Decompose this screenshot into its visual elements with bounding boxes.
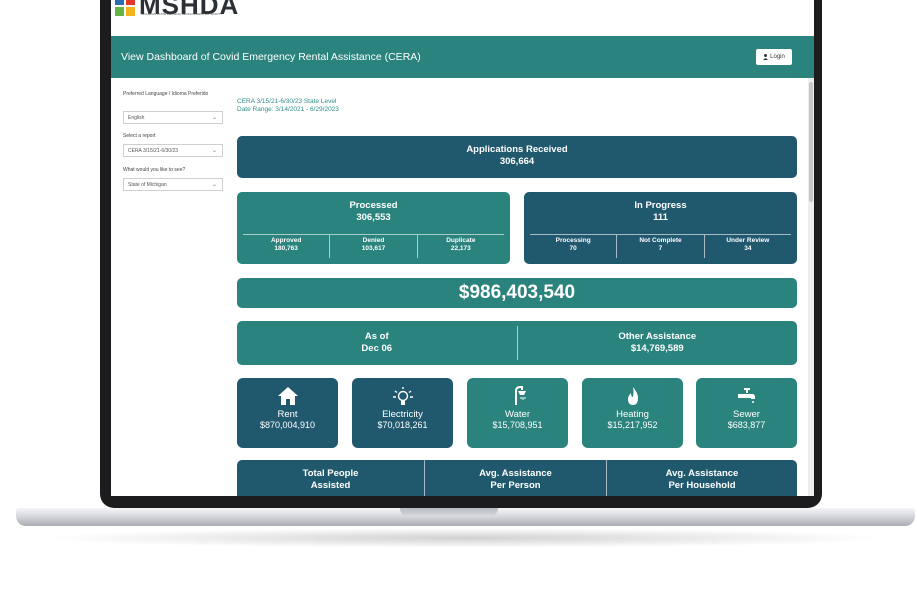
in-progress-label: In Progress bbox=[634, 200, 687, 211]
logo-subtitle: MICHIGAN STATE HOUSING DEVELOPMENT AUTHO… bbox=[141, 12, 223, 16]
as-of-card: As of Dec 06 Other Assistance $14,769,58… bbox=[237, 321, 797, 365]
util-name: Electricity bbox=[382, 409, 423, 420]
processed-item-label: Duplicate bbox=[446, 237, 476, 244]
in-progress-item-value: 70 bbox=[569, 245, 577, 252]
processed-item-value: 180,763 bbox=[274, 245, 298, 252]
page-scrollbar[interactable] bbox=[808, 78, 814, 496]
in-progress-item: Not Complete 7 bbox=[617, 235, 705, 258]
view-select[interactable]: State of Michigan ⌄ bbox=[123, 178, 223, 191]
in-progress-item-label: Not Complete bbox=[639, 237, 682, 244]
util-card-rent: Rent $870,004,910 bbox=[237, 378, 338, 448]
laptop-mockup: MSHDA MICHIGAN STATE HOUSING DEVELOPMENT… bbox=[0, 0, 917, 590]
summary-avg-person: Avg. Assistance Per Person bbox=[425, 460, 607, 496]
laptop-shadow bbox=[40, 528, 891, 548]
summary-avg-household: Avg. Assistance Per Household bbox=[607, 460, 797, 496]
util-value: $683,877 bbox=[727, 420, 766, 430]
scrollbar-thumb[interactable] bbox=[809, 82, 813, 202]
login-label: Login bbox=[770, 54, 785, 60]
logo-squares-icon bbox=[115, 0, 135, 16]
processed-value: 306,553 bbox=[356, 212, 391, 223]
summary-label-line2: Per Person bbox=[490, 480, 541, 491]
summary-label-line1: Avg. Assistance bbox=[479, 468, 552, 479]
processed-item-value: 22,173 bbox=[450, 245, 471, 252]
processed-item-value: 103,617 bbox=[361, 245, 386, 252]
util-name: Rent bbox=[277, 409, 298, 420]
faucet-icon bbox=[737, 388, 755, 403]
view-value: State of Michigan bbox=[128, 181, 167, 188]
in-progress-item-value: 7 bbox=[658, 245, 663, 252]
login-button[interactable]: Login bbox=[756, 49, 792, 65]
chevron-down-icon: ⌄ bbox=[211, 148, 217, 154]
summary-label-line1: Total People bbox=[302, 468, 359, 479]
processed-card: Processed 306,553 Approved 180,763 Denie… bbox=[237, 192, 510, 264]
util-value: $15,708,951 bbox=[492, 420, 543, 430]
summary-card: Total People Assisted Avg. Assistance Pe… bbox=[237, 460, 797, 496]
util-value: $15,217,952 bbox=[607, 420, 658, 430]
flame-icon bbox=[627, 387, 638, 405]
as-of-split: As of Dec 06 Other Assistance $14,769,58… bbox=[237, 321, 797, 365]
house-icon bbox=[277, 387, 298, 405]
in-progress-item-label: Under Review bbox=[726, 237, 770, 244]
report-info-line1: CERA 3/15/21-6/30/23 State Level bbox=[237, 98, 337, 105]
language-value: English bbox=[128, 114, 145, 121]
language-select[interactable]: English ⌄ bbox=[123, 111, 223, 124]
processed-item-label: Approved bbox=[270, 237, 302, 244]
as-of-label: As of bbox=[364, 331, 389, 342]
other-assistance-label: Other Assistance bbox=[618, 331, 697, 342]
util-value: $870,004,910 bbox=[259, 420, 316, 430]
processed-label: Processed bbox=[349, 200, 398, 211]
other-assistance-value: $14,769,589 bbox=[630, 343, 684, 354]
report-label: Select a report bbox=[123, 133, 156, 139]
in-progress-item-value: 34 bbox=[744, 245, 752, 252]
util-card-sewer: Sewer $683,877 bbox=[696, 378, 797, 448]
processed-item: Approved 180,763 bbox=[243, 235, 331, 258]
util-name: Heating bbox=[616, 409, 649, 420]
processed-item-label: Denied bbox=[362, 237, 385, 244]
in-progress-item: Under Review 34 bbox=[705, 235, 791, 258]
util-name: Water bbox=[505, 409, 530, 420]
summary-label-line2: Per Household bbox=[668, 480, 736, 491]
page-title: View Dashboard of Covid Emergency Rental… bbox=[121, 51, 421, 63]
mshda-logo[interactable]: MSHDA MICHIGAN STATE HOUSING DEVELOPMENT… bbox=[115, 0, 239, 20]
applications-card: Applications Received 306,664 bbox=[237, 136, 797, 178]
total-amount: $986,403,540 bbox=[458, 282, 576, 303]
report-select[interactable]: CERA 3/15/21-6/30/23 ⌄ bbox=[123, 144, 223, 157]
lightbulb-icon bbox=[392, 387, 413, 405]
summary-total-people: Total People Assisted bbox=[237, 460, 425, 496]
language-label: Preferred Language / Idioma Preferido bbox=[123, 91, 209, 97]
summary-label-line2: Assisted bbox=[310, 480, 351, 491]
view-label: What would you like to see? bbox=[123, 167, 186, 173]
in-progress-value: 111 bbox=[653, 212, 668, 223]
processed-item: Denied 103,617 bbox=[330, 235, 418, 258]
user-icon bbox=[763, 54, 769, 60]
in-progress-breakdown: Processing 70 Not Complete 7 Under Revie… bbox=[530, 234, 791, 258]
in-progress-card: In Progress 111 Processing 70 Not Comple… bbox=[524, 192, 797, 264]
util-card-heating: Heating $15,217,952 bbox=[582, 378, 683, 448]
in-progress-item-label: Processing bbox=[555, 237, 591, 244]
util-card-water: Water $15,708,951 bbox=[467, 378, 568, 448]
util-value: $70,018,261 bbox=[377, 420, 428, 430]
as-of-value: Dec 06 bbox=[361, 343, 393, 354]
shower-icon bbox=[514, 386, 526, 405]
other-assistance-block: Other Assistance $14,769,589 bbox=[518, 331, 798, 355]
summary-label-line1: Avg. Assistance bbox=[665, 468, 739, 479]
total-amount-card: $986,403,540 bbox=[237, 278, 797, 308]
util-card-electricity: Electricity $70,018,261 bbox=[352, 378, 453, 448]
dashboard-screen: MSHDA MICHIGAN STATE HOUSING DEVELOPMENT… bbox=[111, 0, 814, 496]
applications-label: Applications Received bbox=[466, 144, 568, 155]
report-info: CERA 3/15/21-6/30/23 State Level Date Ra… bbox=[237, 98, 339, 114]
in-progress-item: Processing 70 bbox=[530, 235, 618, 258]
processed-item: Duplicate 22,173 bbox=[418, 235, 504, 258]
laptop-notch bbox=[400, 508, 498, 517]
chevron-down-icon: ⌄ bbox=[211, 115, 217, 121]
header-bar: View Dashboard of Covid Emergency Rental… bbox=[111, 36, 814, 78]
report-info-line2: Date Range: 3/14/2021 - 6/29/2023 bbox=[237, 106, 339, 113]
util-name: Sewer bbox=[733, 409, 760, 420]
applications-value: 306,664 bbox=[499, 156, 535, 167]
chevron-down-icon: ⌄ bbox=[211, 182, 217, 188]
as-of-block: As of Dec 06 bbox=[237, 331, 517, 355]
report-value: CERA 3/15/21-6/30/23 bbox=[128, 147, 179, 154]
processed-breakdown: Approved 180,763 Denied 103,617 Duplicat… bbox=[243, 234, 504, 258]
